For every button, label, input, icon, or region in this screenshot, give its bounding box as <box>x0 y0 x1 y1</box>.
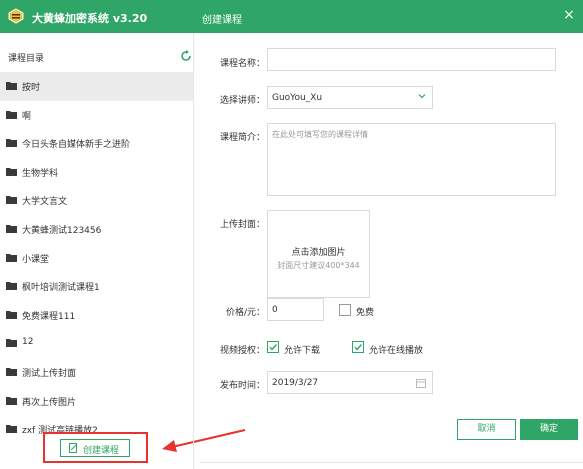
list-item-label: 生物学科 <box>22 168 59 179</box>
list-item[interactable]: 免费课程111 <box>0 301 193 330</box>
allow-download-checkbox[interactable] <box>267 341 279 353</box>
list-item[interactable]: 小课堂 <box>0 244 193 273</box>
folder-icon <box>6 339 17 348</box>
allow-download-label: 允许下载 <box>284 346 321 356</box>
app-logo-icon <box>8 8 24 24</box>
list-item-label: 今日头条自媒体新手之进阶 <box>22 140 131 151</box>
folder-icon <box>6 139 17 148</box>
folder-icon <box>6 253 17 262</box>
folder-icon <box>6 82 17 90</box>
allow-online-label: 允许在线播放 <box>369 346 424 356</box>
edit-icon <box>69 443 78 453</box>
course-directory-header: 课程目录 <box>0 44 193 68</box>
cover-label: 上传封面： <box>219 220 265 230</box>
course-directory-label: 课程目录 <box>8 54 45 64</box>
folder-icon <box>6 167 17 176</box>
list-item[interactable]: 今日头条自媒体新手之进阶 <box>0 129 193 158</box>
list-item-label: 免费课程111 <box>22 311 76 322</box>
publish-date-input[interactable]: 2019/3/27 <box>267 371 433 394</box>
dialog-bottom-divider <box>200 462 583 463</box>
folder-icon <box>6 282 17 291</box>
calendar-icon[interactable] <box>416 378 426 388</box>
list-item[interactable]: 12 <box>0 329 193 358</box>
course-name-label: 课程名称： <box>219 59 265 69</box>
folder-icon <box>6 367 17 376</box>
list-item[interactable]: 生物学科 <box>0 158 193 187</box>
close-icon[interactable]: × <box>560 6 578 24</box>
check-icon <box>269 344 278 351</box>
list-item-label: 按时 <box>22 83 41 93</box>
cover-add-text: 点击添加图片 <box>291 248 346 258</box>
course-list: 按时 啊 今日头条自媒体新手之进阶 生物学科 大学文言文 大黄蜂测试123456… <box>0 72 193 444</box>
annotation-arrow <box>162 429 246 452</box>
publish-time-label: 发布时间： <box>219 381 265 391</box>
price-value: 0 <box>272 305 278 315</box>
list-item-label: 枫叶培训测试课程1 <box>22 283 100 294</box>
intro-placeholder: 在此处可填写您的课程详情 <box>272 130 368 139</box>
list-item-label: 小课堂 <box>22 254 50 265</box>
list-item-label: 大黄蜂测试123456 <box>22 225 102 236</box>
list-item-label: 再次上传图片 <box>22 397 77 408</box>
teacher-select[interactable]: GuoYou_Xu <box>267 86 433 109</box>
list-item[interactable]: 啊 <box>0 101 193 130</box>
app-title: 大黄蜂加密系统 v3.20 <box>32 12 148 25</box>
list-item[interactable]: 大黄蜂测试123456 <box>0 215 193 244</box>
intro-textarea[interactable]: 在此处可填写您的课程详情 <box>267 123 556 196</box>
folder-icon <box>6 196 17 205</box>
create-course-highlight: 创建课程 <box>43 432 148 463</box>
publish-date-value: 2019/3/27 <box>272 378 319 388</box>
folder-icon <box>6 396 17 405</box>
list-item[interactable]: 大学文言文 <box>0 186 193 215</box>
teacher-label: 选择讲师： <box>219 96 265 106</box>
price-input[interactable]: 0 <box>267 298 324 321</box>
teacher-value: GuoYou_Xu <box>272 93 323 103</box>
cancel-button[interactable]: 取消 <box>457 419 516 440</box>
free-label: 免费 <box>356 308 375 318</box>
list-item-label: 12 <box>22 337 34 348</box>
folder-icon <box>6 310 17 319</box>
title-bar: 大黄蜂加密系统 v3.20 创建课程 × <box>0 0 583 33</box>
confirm-button[interactable]: 确定 <box>520 419 578 440</box>
intro-label: 课程简介： <box>219 133 265 143</box>
list-item-label: 啊 <box>22 111 32 122</box>
list-item[interactable]: 再次上传图片 <box>0 387 193 416</box>
folder-icon <box>6 110 17 119</box>
list-item[interactable]: 测试上传封面 <box>0 358 193 387</box>
check-icon <box>354 344 363 351</box>
list-item-label: 大学文言文 <box>22 197 68 208</box>
list-item-label: 测试上传封面 <box>22 368 77 379</box>
cover-upload-area[interactable]: 点击添加图片 封面尺寸建议400*344 <box>267 210 370 298</box>
price-label: 价格/元： <box>225 308 265 318</box>
list-item[interactable]: 按时 <box>0 72 193 101</box>
folder-icon <box>6 224 17 233</box>
free-checkbox[interactable] <box>339 304 351 316</box>
course-name-input[interactable] <box>267 48 556 71</box>
create-course-button[interactable]: 创建课程 <box>60 439 130 457</box>
folder-icon <box>6 425 17 434</box>
dialog-title: 创建课程 <box>202 15 242 26</box>
create-course-label: 创建课程 <box>83 446 120 456</box>
video-auth-label: 视频授权： <box>219 346 265 356</box>
list-item[interactable]: 枫叶培训测试课程1 <box>0 272 193 301</box>
allow-online-checkbox[interactable] <box>352 341 364 353</box>
chevron-down-icon <box>418 94 426 99</box>
cover-size-hint: 封面尺寸建议400*344 <box>277 261 360 270</box>
refresh-icon[interactable] <box>180 50 192 62</box>
